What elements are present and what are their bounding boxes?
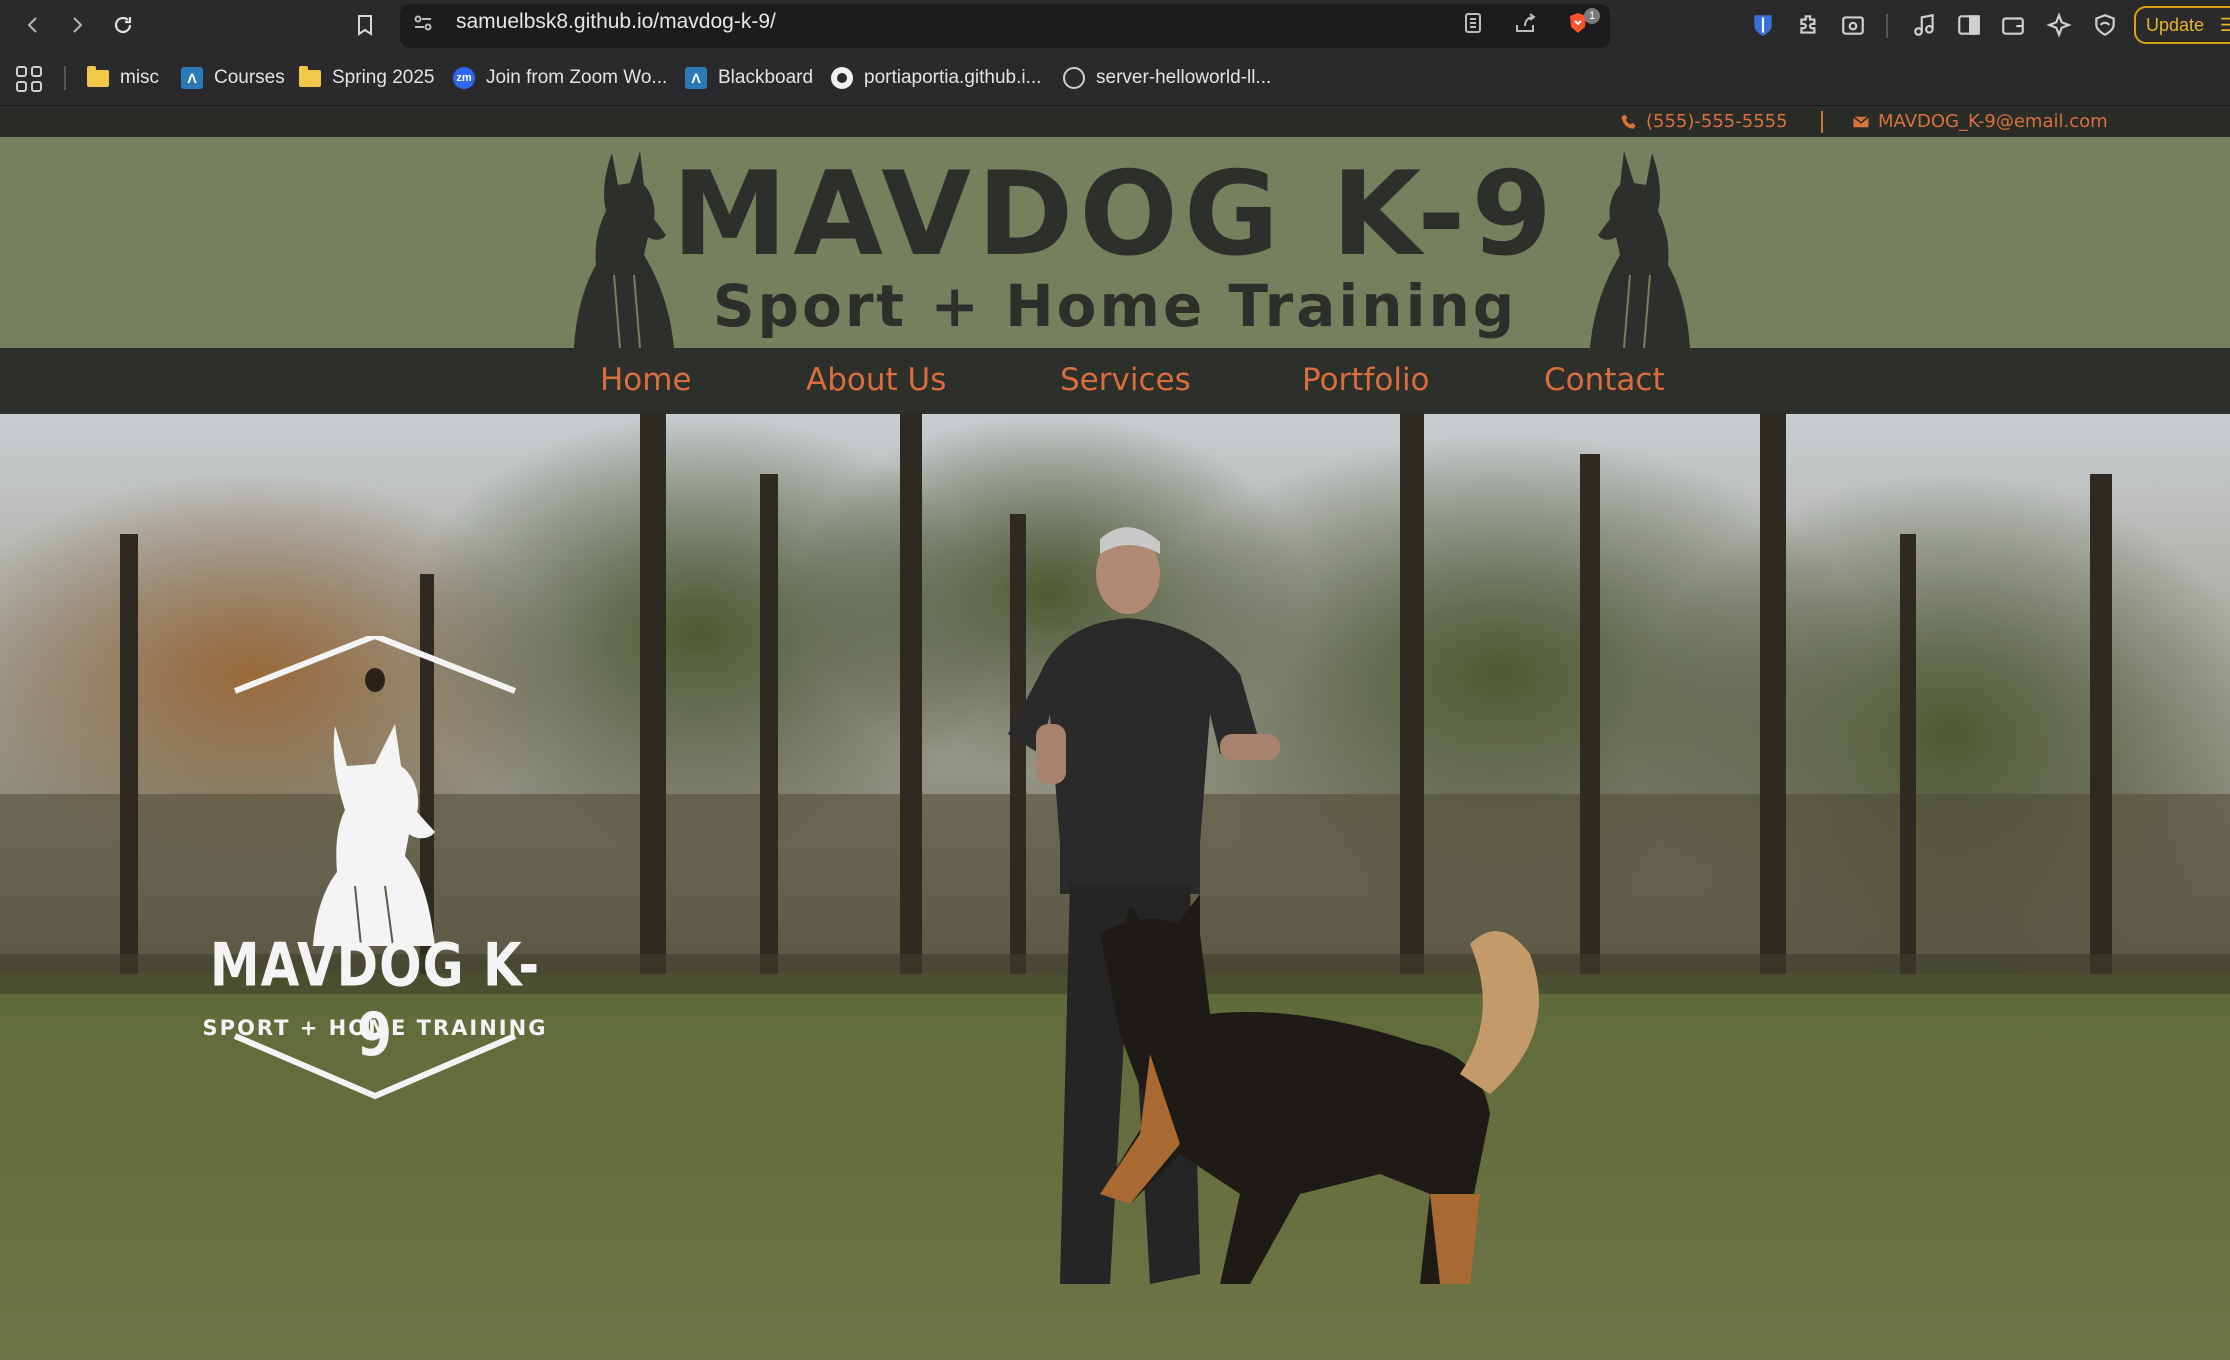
bookmark-label: Join from Zoom Wo... xyxy=(486,67,668,88)
nav-home[interactable]: Home xyxy=(600,362,692,398)
bookmark-label: Spring 2025 xyxy=(332,67,435,88)
bookmark-zoom[interactable]: zm Join from Zoom Wo... xyxy=(452,64,667,92)
apps-grid-icon[interactable] xyxy=(16,66,42,92)
update-button[interactable]: Update ☰ xyxy=(2134,6,2230,44)
site-subtitle: Sport + Home Training xyxy=(712,272,1518,340)
bookmarks-bar: misc Λ Courses Spring 2025 zm Join from … xyxy=(0,50,2230,106)
envelope-icon xyxy=(1852,113,1870,131)
bookmark-portiaportia[interactable]: portiaportia.github.i... xyxy=(830,64,1041,92)
globe-icon xyxy=(1062,66,1086,90)
bookmark-misc[interactable]: misc xyxy=(86,64,159,92)
bookmarks-divider xyxy=(64,66,66,90)
site-settings-icon[interactable] xyxy=(410,10,436,36)
phone-text: (555)-555-5555 xyxy=(1646,111,1788,132)
nav-about-us[interactable]: About Us xyxy=(806,362,946,398)
menu-icon: ☰ xyxy=(2219,15,2230,35)
bookmark-label: portiaportia.github.i... xyxy=(864,67,1042,88)
bookmark-courses[interactable]: Λ Courses xyxy=(180,64,285,92)
hero-logo-subtitle: SPORT + HOME TRAINING xyxy=(202,1016,548,1040)
blackboard-icon: Λ xyxy=(180,66,204,90)
reader-mode-icon[interactable] xyxy=(1460,10,1486,36)
site-title: MAVDOG K-9 xyxy=(671,147,1559,282)
nav-contact[interactable]: Contact xyxy=(1544,362,1665,398)
hero-image: MAVDOG K-9 SPORT + HOME TRAINING xyxy=(0,414,2230,1360)
bookmark-spring-2025[interactable]: Spring 2025 xyxy=(298,64,434,92)
vpn-icon[interactable] xyxy=(2090,10,2120,40)
blackboard-icon: Λ xyxy=(684,66,708,90)
hero-logo-title: MAVDOG K-9 xyxy=(209,930,541,1070)
share-icon[interactable] xyxy=(1512,10,1538,36)
leo-ai-icon[interactable] xyxy=(2044,10,2074,40)
toolbar-divider xyxy=(1886,14,1888,38)
phone-contact[interactable]: (555)-555-5555 xyxy=(1620,111,1788,132)
email-text: MAVDOG_K-9@email.com xyxy=(1878,111,2108,132)
wallet-icon[interactable] xyxy=(1998,10,2028,40)
contact-divider xyxy=(1821,111,1823,133)
nav-portfolio[interactable]: Portfolio xyxy=(1302,362,1430,398)
back-button[interactable] xyxy=(16,8,50,42)
email-contact[interactable]: MAVDOG_K-9@email.com xyxy=(1852,111,2108,132)
browser-toolbar: samuelbsk8.github.io/mavdog-k-9/ 1 Updat… xyxy=(0,0,2230,50)
music-icon[interactable] xyxy=(1910,10,1940,40)
zoom-icon: zm xyxy=(452,66,476,90)
site-header: MAVDOG K-9 Sport + Home Training xyxy=(0,137,2230,348)
url-text[interactable]: samuelbsk8.github.io/mavdog-k-9/ xyxy=(456,10,776,34)
sidebar-icon[interactable] xyxy=(1954,10,1984,40)
reload-button[interactable] xyxy=(106,8,140,42)
bookmark-label: misc xyxy=(120,67,160,88)
folder-icon xyxy=(86,65,110,90)
bookmark-server-helloworld[interactable]: server-helloworld-ll... xyxy=(1062,64,1271,92)
update-label: Update xyxy=(2146,15,2205,35)
doberman-silhouette-right xyxy=(1590,151,1690,348)
github-icon xyxy=(830,66,854,90)
extensions-icon[interactable] xyxy=(1794,10,1824,40)
forward-button[interactable] xyxy=(60,8,94,42)
phone-icon xyxy=(1620,113,1638,131)
bookmark-label: Courses xyxy=(214,67,285,88)
screenshot-icon[interactable] xyxy=(1838,10,1868,40)
folder-icon xyxy=(298,65,322,90)
bookmark-page-button[interactable] xyxy=(348,8,382,42)
contact-topbar: (555)-555-5555 MAVDOG_K-9@email.com xyxy=(0,107,2230,137)
bookmark-label: server-helloworld-ll... xyxy=(1096,67,1272,88)
main-navigation: Home About Us Services Portfolio Contact xyxy=(0,348,2230,414)
bitwarden-icon[interactable] xyxy=(1748,10,1778,40)
nav-services[interactable]: Services xyxy=(1060,362,1191,398)
bookmark-blackboard[interactable]: Λ Blackboard xyxy=(684,64,813,92)
brave-badge: 1 xyxy=(1584,8,1600,24)
bookmark-label: Blackboard xyxy=(718,67,814,88)
